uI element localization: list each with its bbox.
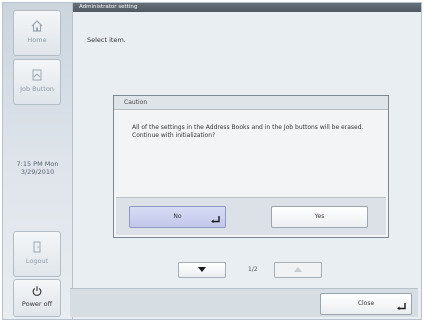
power-off-label: Power off xyxy=(21,300,53,308)
dialog-title: Caution xyxy=(114,96,388,110)
job-button-icon xyxy=(32,69,42,81)
home-icon xyxy=(31,20,43,32)
job-button-label: Job Button xyxy=(20,85,54,93)
enter-icon xyxy=(397,303,406,310)
page-indicator: 1/2 xyxy=(248,266,258,273)
dialog-message: All of the settings in the Address Books… xyxy=(132,124,364,139)
power-off-button[interactable]: Power off xyxy=(13,279,61,317)
close-label: Close xyxy=(357,300,375,307)
arrow-up-icon xyxy=(294,267,302,272)
left-panel: Home Job Button 7:15 PM Mon 3/29/2010 Lo… xyxy=(3,3,73,319)
clock-time: 7:15 PM Mon xyxy=(16,160,59,168)
no-label: No xyxy=(173,213,182,220)
logout-icon xyxy=(33,241,41,253)
yes-label: Yes xyxy=(314,213,325,220)
header-title: Administrator setting xyxy=(73,3,421,12)
clock: 7:15 PM Mon 3/29/2010 xyxy=(3,160,72,176)
job-button[interactable]: Job Button xyxy=(13,59,61,105)
yes-button[interactable]: Yes xyxy=(271,206,368,228)
no-button[interactable]: No xyxy=(129,206,226,228)
page-up-button[interactable] xyxy=(274,262,322,278)
logout-button[interactable]: Logout xyxy=(13,231,61,277)
close-button[interactable]: Close xyxy=(320,293,412,315)
clock-date: 3/29/2010 xyxy=(20,168,55,176)
page-down-button[interactable] xyxy=(178,262,226,278)
power-icon xyxy=(32,286,42,296)
dialog-footer: No Yes xyxy=(116,197,386,235)
home-button[interactable]: Home xyxy=(13,10,61,56)
instruction-text: Select item. xyxy=(87,36,126,44)
arrow-down-icon xyxy=(198,267,206,272)
caution-dialog: Caution All of the settings in the Addre… xyxy=(113,95,389,238)
logout-label: Logout xyxy=(25,257,49,265)
enter-icon xyxy=(211,216,220,223)
home-label: Home xyxy=(27,36,47,44)
